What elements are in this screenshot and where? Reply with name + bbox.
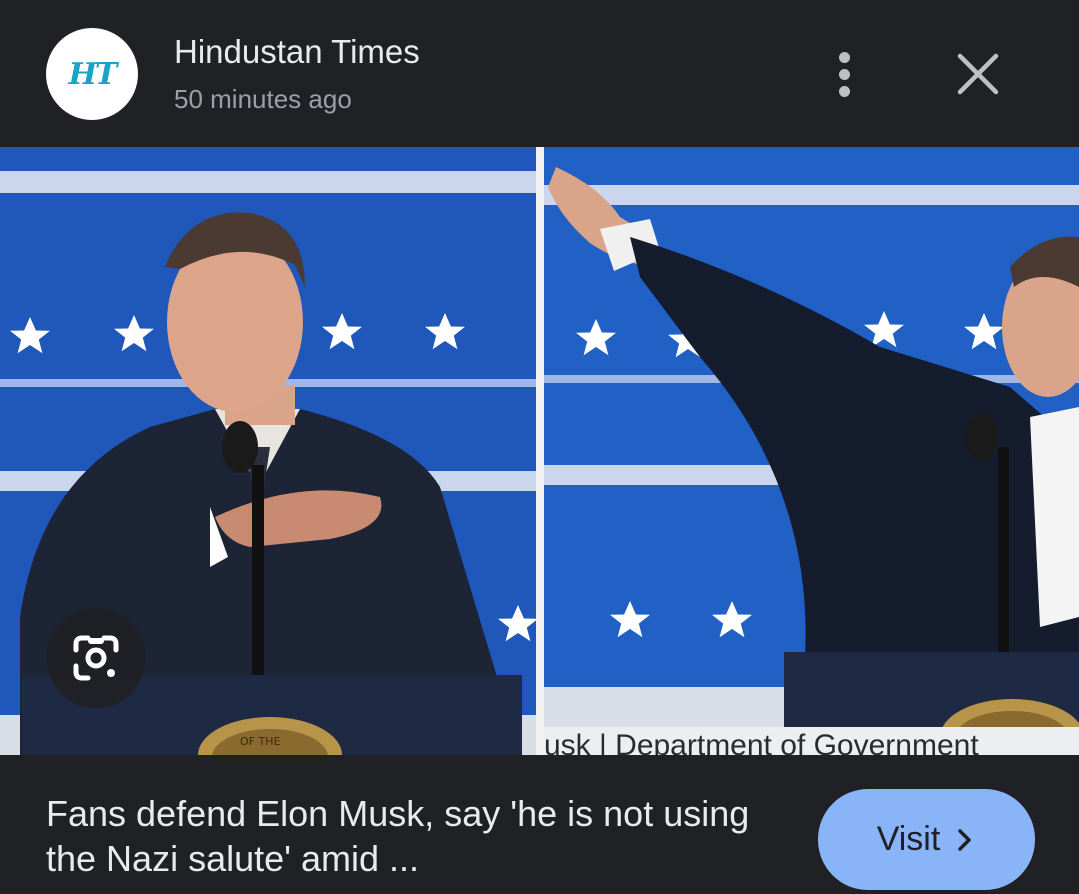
google-lens-button[interactable]	[46, 608, 146, 708]
image-caption-text: usk | Department of Government	[544, 729, 979, 755]
visit-button[interactable]: Visit	[818, 789, 1035, 890]
publisher-logo-mark: HT	[68, 56, 118, 92]
image-viewer: HT Hindustan Times 50 minutes ago OF THE…	[0, 0, 1079, 894]
source-name[interactable]: Hindustan Times	[174, 33, 420, 71]
article-footer: Fans defend Elon Musk, say 'he is not us…	[0, 755, 1079, 894]
more-options-button[interactable]	[820, 44, 868, 104]
close-icon	[957, 53, 999, 95]
article-image-illustration: OF THE usk | Department of Government	[0, 147, 1079, 755]
publisher-logo[interactable]: HT	[46, 28, 138, 120]
seal-text-left: OF THE	[240, 735, 280, 748]
chevron-right-icon	[958, 828, 972, 851]
more-vert-icon	[838, 51, 850, 97]
google-lens-icon	[73, 635, 119, 681]
article-headline[interactable]: Fans defend Elon Musk, say 'he is not us…	[46, 791, 776, 881]
source-header: HT Hindustan Times 50 minutes ago	[0, 0, 1079, 147]
close-button[interactable]	[950, 48, 1006, 104]
visit-button-label: Visit	[876, 820, 941, 858]
timestamp: 50 minutes ago	[174, 84, 352, 114]
article-image[interactable]: OF THE usk | Department of Government	[0, 147, 1079, 755]
